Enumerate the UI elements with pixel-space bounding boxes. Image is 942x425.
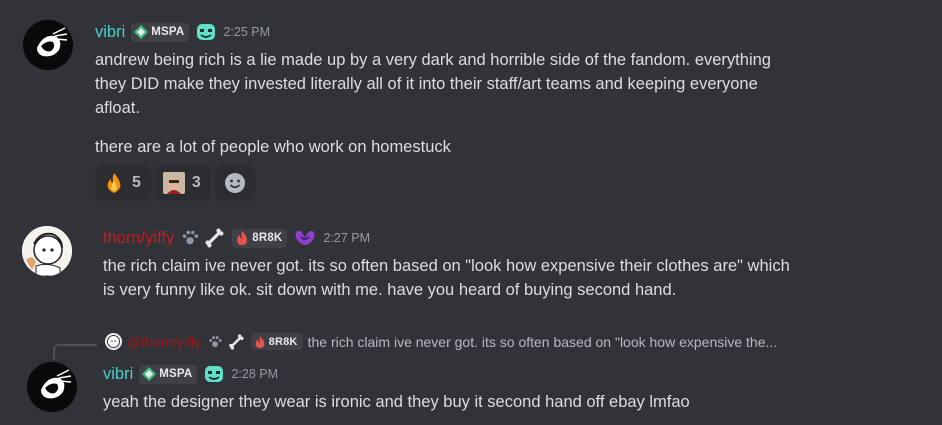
message-line: is very funny like ok. sit down with me.…	[103, 281, 677, 299]
custom-face-icon	[162, 172, 185, 194]
diamond-icon	[142, 367, 157, 381]
reaction-fire[interactable]: 5	[95, 165, 151, 201]
reply-preview[interactable]: @thorn/yiffy 8R8K the rich claim ive nev…	[105, 333, 777, 350]
bone-icon	[205, 228, 224, 248]
server-tag[interactable]: MSPA	[139, 364, 198, 384]
message-line: the rich claim ive never got. its so oft…	[103, 257, 790, 275]
flame-tag-icon	[255, 335, 264, 348]
reply-text: the rich claim ive never got. its so oft…	[307, 333, 778, 350]
username[interactable]: vibri	[95, 23, 125, 42]
username[interactable]: thorn/yiffy	[103, 229, 174, 248]
paw-icon	[182, 230, 199, 245]
role-icon[interactable]	[195, 21, 217, 43]
reply-avatar-image	[107, 335, 120, 348]
message-content: yeah the designer they wear is ironic an…	[103, 390, 690, 414]
message-line: afloat.	[95, 99, 140, 117]
timestamp[interactable]: 2:25 PM	[223, 25, 270, 39]
server-tag-label: MSPA	[151, 26, 185, 38]
reaction-count: 3	[191, 174, 201, 191]
paw-icon	[208, 335, 222, 347]
flame-tag-icon	[237, 231, 248, 245]
message-content: there are a lot of people who work on ho…	[95, 138, 451, 156]
smiley-icon	[224, 173, 245, 193]
server-tag-label: MSPA	[159, 368, 193, 380]
avatar[interactable]	[27, 362, 77, 412]
server-tag-label: 8R8K	[268, 335, 298, 348]
server-tag: 8R8K	[250, 333, 303, 350]
avatar-image	[27, 362, 77, 412]
message-content: the rich claim ive never got. its so oft…	[103, 254, 790, 302]
username[interactable]: vibri	[103, 365, 133, 384]
avatar-image	[22, 226, 72, 276]
timestamp[interactable]: 2:27 PM	[323, 231, 370, 245]
server-tag[interactable]: MSPA	[131, 22, 190, 42]
purple-role-icon[interactable]	[293, 227, 317, 249]
fire-icon	[107, 173, 121, 193]
avatar[interactable]	[23, 20, 73, 70]
server-tag-label: 8R8K	[252, 232, 283, 244]
avatar[interactable]	[22, 226, 72, 276]
add-reaction-button[interactable]	[214, 165, 255, 201]
reply-connector	[53, 344, 97, 360]
avatar-image	[23, 20, 73, 70]
message-content: andrew being rich is a lie made up by a …	[95, 48, 771, 120]
reply-username[interactable]: @thorn/yiffy	[127, 334, 202, 350]
role-icon[interactable]	[203, 363, 225, 385]
timestamp[interactable]: 2:28 PM	[231, 367, 278, 381]
bone-icon	[228, 333, 244, 350]
reaction-count: 5	[132, 174, 141, 191]
reactions: 5 3	[95, 165, 255, 201]
reaction-custom-face[interactable]: 3	[154, 165, 211, 201]
message-line: yeah the designer they wear is ironic an…	[103, 393, 690, 411]
message-line: they DID make they invested literally al…	[95, 75, 758, 93]
server-tag[interactable]: 8R8K	[232, 228, 288, 248]
message-line: andrew being rich is a lie made up by a …	[95, 51, 771, 69]
diamond-icon	[134, 25, 149, 39]
reply-avatar	[105, 333, 122, 350]
